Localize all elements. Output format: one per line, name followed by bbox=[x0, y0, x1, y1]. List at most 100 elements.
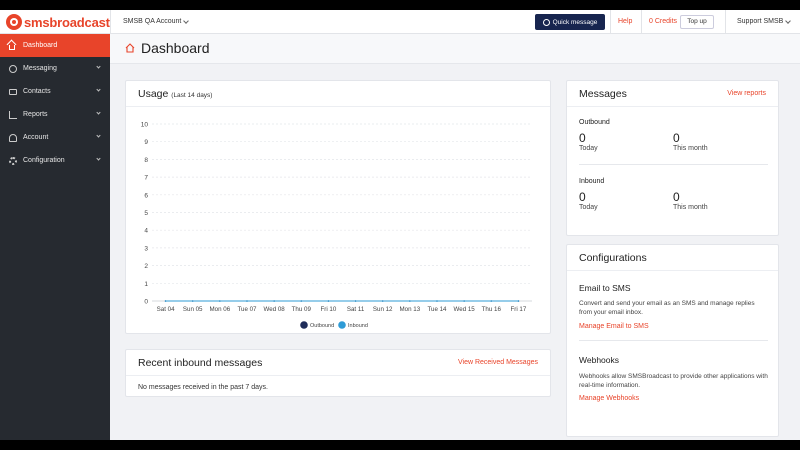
help-link[interactable]: Help bbox=[618, 10, 632, 34]
sidebar-item-label: Reports bbox=[23, 111, 48, 118]
recent-inbound-title: Recent inbound messages bbox=[138, 356, 263, 369]
logo[interactable]: smsbroadcast bbox=[6, 13, 110, 31]
x-tick-label: Fri 10 bbox=[321, 306, 337, 313]
sidebar-item-messaging[interactable]: Messaging bbox=[0, 57, 110, 80]
empty-message: No messages received in the past 7 days. bbox=[138, 384, 268, 391]
y-tick-label: 7 bbox=[144, 175, 148, 182]
messages-card: Messages View reports Outbound 0 Today 0… bbox=[566, 80, 779, 236]
outbound-label: Outbound bbox=[579, 119, 610, 126]
email-to-sms-title: Email to SMS bbox=[579, 283, 631, 293]
view-reports-link[interactable]: View reports bbox=[727, 90, 766, 97]
usage-subtitle: (Last 14 days) bbox=[171, 91, 213, 99]
sidebar-item-label: Dashboard bbox=[23, 42, 58, 49]
manage-webhooks-link[interactable]: Manage Webhooks bbox=[579, 395, 639, 402]
quick-message-button[interactable]: Quick message bbox=[535, 14, 605, 30]
logo-icon bbox=[6, 14, 22, 30]
chevron-down-icon bbox=[96, 64, 101, 69]
data-point-inbound bbox=[164, 300, 167, 302]
chevron-down-icon bbox=[96, 156, 101, 161]
data-point-inbound bbox=[273, 300, 275, 302]
x-tick-label: Sun 05 bbox=[183, 306, 203, 313]
message-icon bbox=[9, 64, 17, 73]
sidebar-item-label: Configuration bbox=[23, 157, 65, 164]
page-title: Dashboard bbox=[141, 40, 210, 56]
data-point-inbound bbox=[409, 300, 411, 302]
y-tick-label: 6 bbox=[144, 192, 148, 199]
user-icon bbox=[9, 133, 17, 142]
sidebar-item-contacts[interactable]: Contacts bbox=[0, 80, 110, 103]
support-menu[interactable]: Support SMSB bbox=[737, 10, 792, 34]
sidebar-item-dashboard[interactable]: Dashboard bbox=[0, 34, 110, 57]
outbound-month-label: This month bbox=[673, 145, 708, 152]
chevron-down-icon bbox=[96, 110, 101, 115]
inbound-today-label: Today bbox=[579, 204, 598, 211]
contacts-icon bbox=[9, 88, 17, 95]
chevron-down-icon bbox=[785, 18, 792, 24]
y-tick-label: 3 bbox=[144, 245, 148, 252]
divider bbox=[110, 10, 111, 34]
divider bbox=[725, 10, 726, 34]
credits-link[interactable]: 0 Credits bbox=[649, 10, 677, 34]
chevron-down-icon bbox=[183, 18, 190, 24]
sidebar: Dashboard Messaging Contacts Reports Acc… bbox=[0, 34, 110, 440]
gear-icon bbox=[9, 156, 17, 165]
page-header: Dashboard bbox=[110, 34, 800, 64]
data-point-inbound bbox=[436, 300, 438, 302]
usage-chart: 0 1 2 3 4 5 6 7 8 9 10 Sat 04 Sun 05 Mon 06 Tue 07 Wed … bbox=[141, 122, 532, 329]
sidebar-item-label: Contacts bbox=[23, 88, 51, 95]
outbound-today-count: 0 bbox=[579, 131, 586, 145]
account-selector[interactable]: SMSB QA Account bbox=[123, 10, 190, 34]
sidebar-item-label: Account bbox=[23, 134, 49, 141]
outbound-month-count: 0 bbox=[673, 131, 680, 145]
data-point-inbound bbox=[354, 300, 357, 302]
y-tick-label: 8 bbox=[144, 157, 148, 164]
legend-swatch-outbound bbox=[300, 321, 308, 329]
y-tick-label: 1 bbox=[144, 281, 148, 288]
x-tick-label: Mon 06 bbox=[210, 306, 231, 313]
sidebar-item-reports[interactable]: Reports bbox=[0, 103, 110, 126]
data-point-inbound bbox=[490, 300, 493, 302]
x-tick-label: Wed 08 bbox=[264, 306, 286, 313]
top-up-button[interactable]: Top up bbox=[680, 15, 714, 29]
y-tick-label: 2 bbox=[144, 263, 148, 270]
quick-message-label: Quick message bbox=[552, 18, 598, 26]
home-icon bbox=[9, 44, 15, 50]
inbound-month-count: 0 bbox=[673, 190, 680, 204]
y-tick-label: 9 bbox=[144, 139, 148, 146]
account-name: SMSB QA Account bbox=[123, 18, 182, 25]
usage-title: Usage (Last 14 days) bbox=[138, 88, 212, 100]
reports-icon bbox=[9, 110, 17, 119]
y-tick-label: 4 bbox=[144, 228, 148, 235]
data-point-inbound bbox=[246, 300, 248, 302]
outbound-today-label: Today bbox=[579, 145, 598, 152]
manage-email-to-sms-link[interactable]: Manage Email to SMS bbox=[579, 323, 649, 330]
data-point-inbound bbox=[300, 300, 303, 302]
divider bbox=[641, 10, 642, 34]
x-tick-label: Fri 17 bbox=[511, 306, 527, 313]
support-label: Support SMSB bbox=[737, 18, 784, 25]
messages-title: Messages bbox=[579, 87, 627, 100]
email-to-sms-description: Convert and send your email as an SMS an… bbox=[579, 300, 755, 316]
usage-title-text: Usage bbox=[138, 87, 169, 100]
sidebar-item-label: Messaging bbox=[23, 65, 57, 72]
x-tick-label: Sun 12 bbox=[373, 306, 393, 313]
webhooks-title: Webhooks bbox=[579, 355, 620, 365]
chevron-down-icon bbox=[96, 87, 101, 92]
chevron-down-icon bbox=[96, 133, 101, 138]
view-received-messages-link[interactable]: View Received Messages bbox=[458, 359, 538, 366]
x-tick-label: Tue 14 bbox=[427, 306, 447, 313]
legend-label-outbound: Outbound bbox=[310, 323, 334, 329]
logo-text-broadcast: broadcast bbox=[49, 14, 110, 30]
x-tick-label: Thu 16 bbox=[482, 306, 502, 313]
legend-label-inbound: Inbound bbox=[348, 323, 368, 329]
y-tick-label: 5 bbox=[144, 210, 148, 217]
x-tick-label: Wed 15 bbox=[454, 306, 476, 313]
logo-text-sms: sms bbox=[24, 14, 50, 30]
configurations-card: Configurations Email to SMS Convert and … bbox=[566, 244, 779, 437]
data-point-inbound bbox=[517, 300, 520, 302]
data-point-inbound bbox=[381, 300, 384, 302]
data-point-inbound bbox=[191, 300, 194, 302]
sidebar-item-account[interactable]: Account bbox=[0, 126, 110, 149]
sidebar-item-configuration[interactable]: Configuration bbox=[0, 149, 110, 172]
inbound-today-count: 0 bbox=[579, 190, 586, 204]
